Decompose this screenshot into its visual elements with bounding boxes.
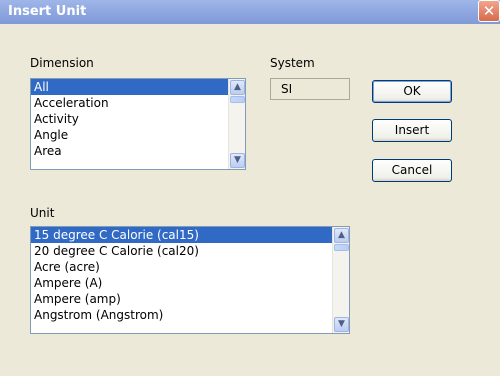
up-arrow-icon: ▲ (234, 82, 241, 92)
scroll-up-button[interactable]: ▲ (230, 80, 245, 95)
unit-label: Unit (30, 206, 55, 220)
title-bar[interactable]: Insert Unit ✕ (0, 0, 500, 24)
dimension-scrollbar[interactable]: ▲ ▼ (228, 79, 245, 169)
insert-button[interactable]: Insert (372, 119, 452, 142)
unit-item[interactable]: 20 degree C Calorie (cal20) (31, 243, 332, 259)
unit-item[interactable]: Acre (acre) (31, 259, 332, 275)
down-arrow-icon: ▼ (234, 155, 241, 165)
cancel-button[interactable]: Cancel (372, 159, 452, 182)
window-title: Insert Unit (8, 4, 87, 19)
scroll-up-button[interactable]: ▲ (334, 228, 349, 243)
dimension-listbox[interactable]: All Acceleration Activity Angle Area ▲ ▼ (30, 78, 246, 170)
dimension-item[interactable]: Activity (31, 111, 228, 127)
close-icon: ✕ (482, 2, 496, 20)
up-arrow-icon: ▲ (338, 230, 345, 240)
system-label: System (270, 56, 315, 70)
dimension-item[interactable]: Angle (31, 127, 228, 143)
unit-listbox[interactable]: 15 degree C Calorie (cal15) 20 degree C … (30, 226, 350, 334)
down-arrow-icon: ▼ (338, 319, 345, 329)
dimension-item[interactable]: Area (31, 143, 228, 159)
unit-item[interactable]: Ampere (amp) (31, 291, 332, 307)
scroll-thumb[interactable] (334, 244, 349, 251)
unit-item[interactable]: Ampere (A) (31, 275, 332, 291)
system-value: SI (270, 78, 350, 100)
unit-item[interactable]: 15 degree C Calorie (cal15) (31, 227, 332, 243)
dimension-item[interactable]: All (31, 79, 228, 95)
insert-unit-dialog: Insert Unit ✕ Dimension All Acceleration… (0, 0, 500, 376)
ok-button[interactable]: OK (372, 80, 452, 103)
close-button[interactable]: ✕ (478, 0, 500, 22)
unit-item[interactable]: Angstrom (Angstrom) (31, 307, 332, 323)
scroll-down-button[interactable]: ▼ (334, 317, 349, 332)
scroll-down-button[interactable]: ▼ (230, 153, 245, 168)
scroll-thumb[interactable] (230, 96, 245, 103)
dimension-item[interactable]: Acceleration (31, 95, 228, 111)
dimension-label: Dimension (30, 56, 94, 70)
unit-scrollbar[interactable]: ▲ ▼ (332, 227, 349, 333)
